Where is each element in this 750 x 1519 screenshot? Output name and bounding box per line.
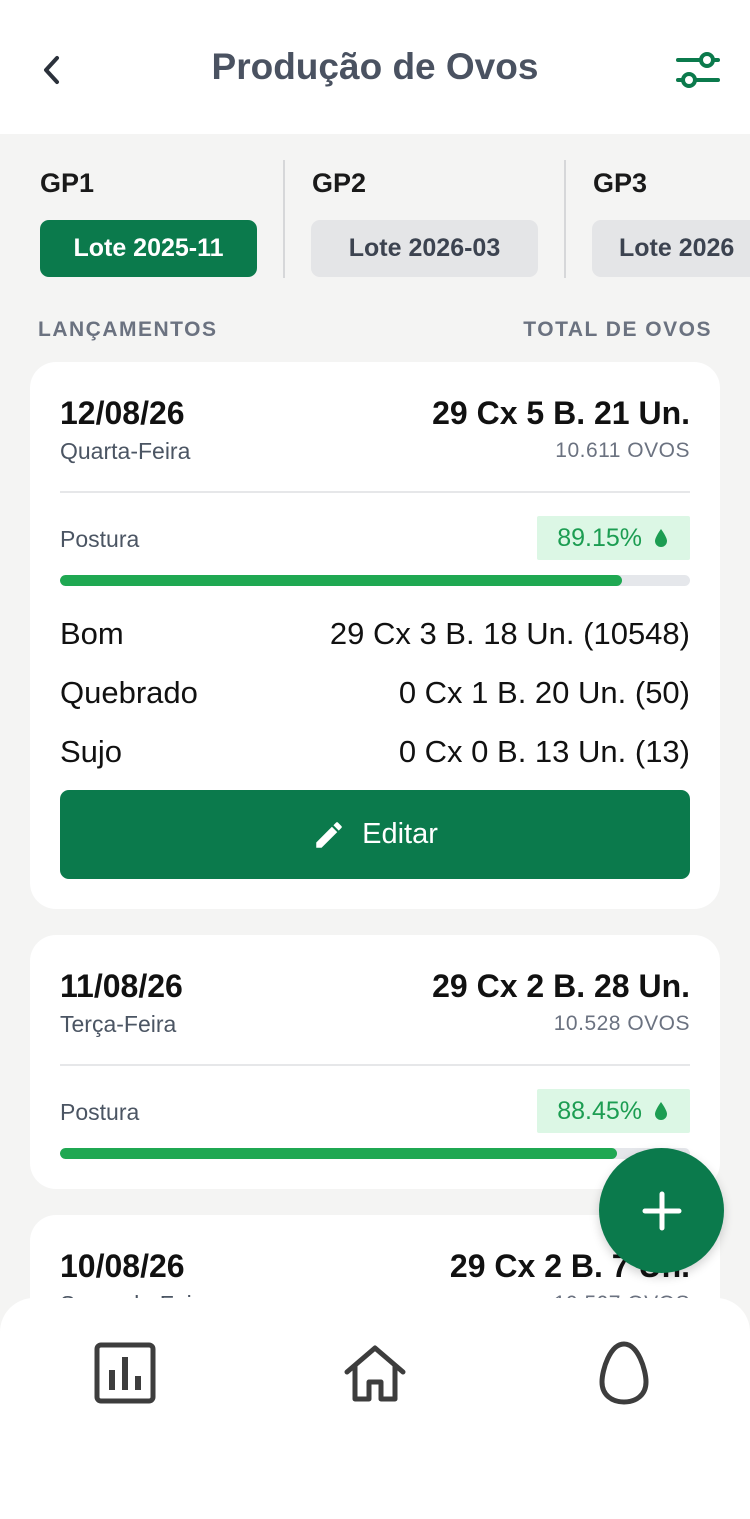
drop-icon — [655, 529, 667, 547]
pencil-icon — [316, 821, 342, 848]
entries-label: LANÇAMENTOS — [38, 318, 218, 341]
postura-badge: 89.15% — [537, 516, 690, 560]
add-entry-button[interactable] — [599, 1148, 724, 1273]
row-label-quebrado: Quebrado — [60, 675, 198, 710]
entry-weekday: Quarta-Feira — [60, 438, 191, 464]
entry-date: 12/08/26 — [60, 395, 185, 431]
lot-chip[interactable]: Lote 2026-03 — [311, 220, 538, 277]
page-title: Produção de Ovos — [211, 46, 539, 87]
lot-chip-active[interactable]: Lote 2025-11 — [40, 220, 257, 277]
app-header: Produção de Ovos — [0, 0, 750, 134]
row-label-sujo: Sujo — [60, 734, 123, 769]
row-label-bom: Bom — [60, 616, 124, 651]
entry-egg-count: 10.611 OVOS — [555, 439, 690, 462]
card-divider — [60, 491, 690, 493]
row-value-bom: 29 Cx 3 B. 18 Un. (10548) — [329, 616, 690, 651]
bottom-navigation — [0, 1298, 750, 1519]
entry-total: 29 Cx 5 B. 21 Un. — [432, 395, 690, 431]
postura-progress — [60, 1148, 690, 1159]
postura-progress — [60, 575, 690, 586]
postura-value: 88.45% — [557, 1096, 642, 1125]
nav-reports[interactable] — [90, 1338, 160, 1408]
sliders-icon — [676, 52, 720, 88]
entry-date: 11/08/26 — [60, 968, 183, 1004]
row-value-sujo: 0 Cx 0 B. 13 Un. (13) — [398, 734, 690, 769]
postura-value: 89.15% — [557, 523, 642, 552]
entry-card[interactable]: 11/08/26 Terça-Feira 29 Cx 2 B. 28 Un. 1… — [30, 935, 720, 1189]
postura-progress-fill — [60, 575, 622, 586]
drop-icon — [655, 1102, 667, 1120]
group-name: GP2 — [312, 168, 367, 198]
filter-button[interactable] — [672, 46, 724, 94]
total-label: TOTAL DE OVOS — [523, 318, 712, 341]
postura-progress-fill — [60, 1148, 618, 1159]
group-name: GP1 — [40, 168, 95, 198]
postura-label: Postura — [60, 1099, 140, 1125]
nav-eggs[interactable] — [589, 1338, 659, 1408]
plus-icon — [642, 1191, 681, 1230]
entry-egg-count: 10.528 OVOS — [553, 1012, 690, 1035]
entry-date: 10/08/26 — [60, 1248, 185, 1284]
group-name: GP3 — [593, 168, 648, 198]
edit-button[interactable]: Editar — [60, 790, 690, 879]
card-divider — [60, 1064, 690, 1066]
entry-card[interactable]: 12/08/26 Quarta-Feira 29 Cx 5 B. 21 Un. … — [30, 362, 720, 909]
egg-icon — [599, 1341, 649, 1405]
group-gp2: GP2 Lote 2026-03 — [285, 134, 565, 294]
nav-home[interactable] — [340, 1338, 410, 1408]
group-selector: GP1 Lote 2025-11 GP2 Lote 2026-03 GP3 Lo… — [0, 134, 750, 294]
group-gp3: GP3 Lote 2026 — [566, 134, 750, 294]
row-value-quebrado: 0 Cx 1 B. 20 Un. (50) — [398, 675, 690, 710]
home-icon — [344, 1345, 406, 1402]
lot-chip[interactable]: Lote 2026 — [592, 220, 750, 277]
group-gp1: GP1 Lote 2025-11 — [0, 134, 284, 294]
postura-badge: 88.45% — [537, 1089, 690, 1133]
entry-total: 29 Cx 2 B. 28 Un. — [432, 968, 690, 1004]
postura-label: Postura — [60, 526, 140, 552]
bar-chart-icon — [94, 1342, 156, 1404]
edit-label: Editar — [362, 818, 438, 850]
entry-weekday: Terça-Feira — [60, 1011, 177, 1037]
